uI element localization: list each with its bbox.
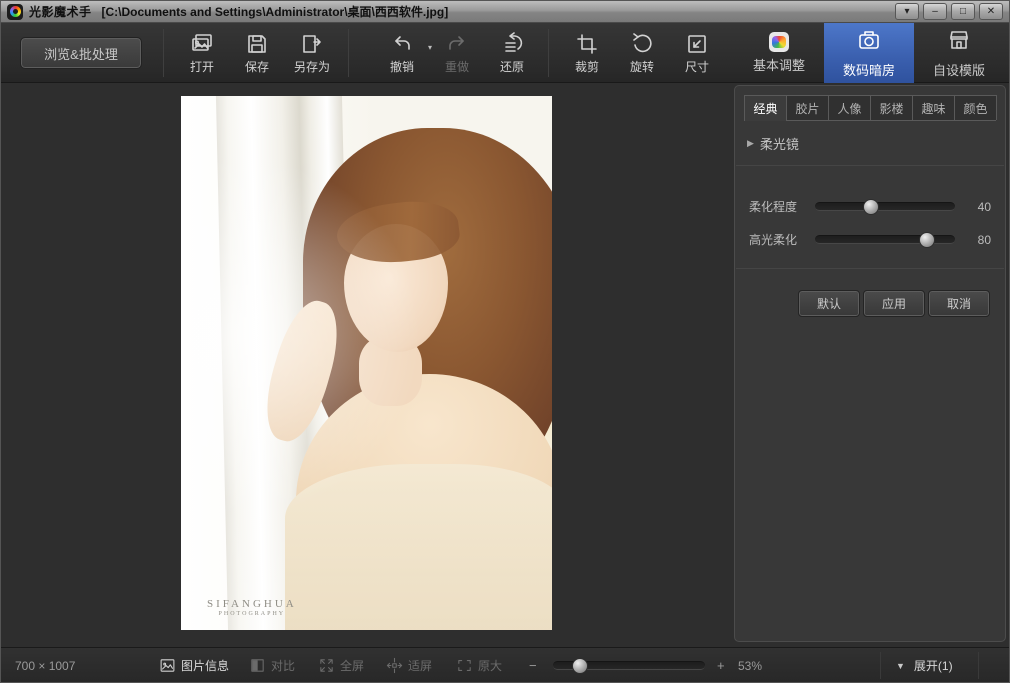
save-as-button[interactable]: 另存为 bbox=[284, 31, 340, 77]
tab-film[interactable]: 胶片 bbox=[786, 95, 829, 120]
tab-studio[interactable]: 影楼 bbox=[870, 95, 913, 120]
toolbar: 浏览&批处理 打开 保存 另存为 ▾ 撤销 bbox=[1, 23, 1009, 83]
default-button[interactable]: 默认 bbox=[799, 291, 859, 316]
camera-icon bbox=[857, 28, 881, 57]
file-path: [C:\Documents and Settings\Administrator… bbox=[102, 3, 449, 20]
undo-icon bbox=[390, 31, 414, 57]
highlight-soften-row: 高光柔化 80 bbox=[735, 231, 1005, 248]
save-floppy-icon bbox=[245, 31, 269, 57]
zoom-slider-thumb[interactable] bbox=[572, 658, 588, 674]
compare-icon bbox=[249, 657, 266, 674]
save-as-icon bbox=[300, 31, 324, 57]
tab-fun[interactable]: 趣味 bbox=[912, 95, 955, 120]
image-canvas[interactable]: SIFANGHUA PHOTOGRAPHY bbox=[1, 83, 732, 649]
tab-color[interactable]: 颜色 bbox=[954, 95, 997, 120]
soften-degree-slider[interactable] bbox=[815, 202, 955, 211]
toolbar-separator bbox=[548, 29, 549, 77]
soften-degree-row: 柔化程度 40 bbox=[735, 198, 1005, 215]
custom-template-mode-button[interactable]: 自设模版 bbox=[914, 23, 1004, 83]
zoom-percent: 53% bbox=[738, 648, 762, 683]
rotate-icon bbox=[630, 31, 654, 57]
statusbar-separator bbox=[978, 652, 979, 679]
toolbar-separator bbox=[163, 29, 164, 77]
photo-camisole bbox=[285, 464, 552, 630]
cancel-button[interactable]: 取消 bbox=[929, 291, 989, 316]
highlight-soften-slider-thumb[interactable] bbox=[919, 232, 935, 248]
highlight-soften-value: 80 bbox=[965, 233, 991, 247]
app-window: 光影魔术手 [C:\Documents and Settings\Adminis… bbox=[0, 0, 1010, 683]
expand-button[interactable]: ▼ 展开(1) bbox=[896, 648, 953, 683]
fullscreen-icon bbox=[318, 657, 335, 674]
open-button[interactable]: 打开 bbox=[174, 31, 230, 77]
crop-icon bbox=[575, 31, 599, 57]
tab-classic[interactable]: 经典 bbox=[744, 95, 787, 120]
resize-button[interactable]: 尺寸 bbox=[669, 31, 725, 77]
tab-portrait[interactable]: 人像 bbox=[828, 95, 871, 120]
basic-adjust-palette-icon bbox=[769, 32, 789, 52]
app-logo-icon bbox=[7, 4, 23, 20]
photo: SIFANGHUA PHOTOGRAPHY bbox=[181, 96, 552, 630]
close-button[interactable]: ✕ bbox=[979, 3, 1003, 20]
rotate-button[interactable]: 旋转 bbox=[614, 31, 670, 77]
open-image-icon bbox=[190, 31, 214, 57]
image-info-button[interactable]: 图片信息 bbox=[159, 648, 229, 683]
zoom-out-button[interactable]: − bbox=[529, 648, 537, 683]
highlight-soften-slider[interactable] bbox=[815, 235, 955, 244]
triangle-right-icon: ▶ bbox=[747, 138, 754, 149]
image-dimensions: 700 × 1007 bbox=[15, 648, 75, 683]
soft-light-section-header[interactable]: ▶ 柔光镜 bbox=[735, 121, 1005, 165]
restore-button[interactable]: 还原 bbox=[484, 31, 540, 77]
image-info-icon bbox=[159, 657, 176, 674]
basic-adjust-mode-button[interactable]: 基本调整 bbox=[734, 23, 824, 83]
fit-screen-button: 适屏 bbox=[386, 648, 432, 683]
zoom-slider[interactable] bbox=[553, 661, 705, 670]
storefront-icon bbox=[947, 28, 971, 57]
status-bar: 700 × 1007 图片信息 对比 全屏 适屏 原大 − + 53% bbox=[1, 647, 1009, 682]
digital-darkroom-mode-button[interactable]: 数码暗房 bbox=[824, 23, 914, 83]
soften-degree-slider-thumb[interactable] bbox=[863, 199, 879, 215]
redo-button: 重做 bbox=[429, 31, 485, 77]
window-dropdown-button[interactable]: ▾ bbox=[895, 3, 919, 20]
original-size-icon bbox=[456, 657, 473, 674]
statusbar-separator bbox=[880, 652, 881, 679]
maximize-button[interactable]: □ bbox=[951, 3, 975, 20]
zoom-in-button[interactable]: + bbox=[717, 648, 725, 683]
original-size-button: 原大 bbox=[456, 648, 502, 683]
title-bar[interactable]: 光影魔术手 [C:\Documents and Settings\Adminis… bbox=[1, 1, 1009, 23]
undo-button[interactable]: ▾ 撤销 bbox=[374, 31, 430, 77]
minimize-button[interactable]: – bbox=[923, 3, 947, 20]
apply-button[interactable]: 应用 bbox=[864, 291, 924, 316]
redo-icon bbox=[445, 31, 469, 57]
photo-watermark: SIFANGHUA PHOTOGRAPHY bbox=[207, 598, 297, 617]
soften-degree-value: 40 bbox=[965, 200, 991, 214]
fullscreen-button: 全屏 bbox=[318, 648, 364, 683]
save-button[interactable]: 保存 bbox=[229, 31, 285, 77]
toolbar-separator bbox=[348, 29, 349, 77]
effect-tabs: 经典 胶片 人像 影楼 趣味 颜色 bbox=[744, 95, 996, 121]
highlight-soften-label: 高光柔化 bbox=[749, 231, 811, 248]
darkroom-panel: 经典 胶片 人像 影楼 趣味 颜色 ▶ 柔光镜 柔化程度 40 高光柔化 80 bbox=[734, 85, 1006, 642]
app-title: 光影魔术手 bbox=[29, 3, 92, 20]
section-title: 柔光镜 bbox=[760, 134, 799, 153]
panel-buttons: 默认 应用 取消 bbox=[735, 269, 1005, 316]
restore-icon bbox=[500, 31, 524, 57]
fit-screen-icon bbox=[386, 657, 403, 674]
compare-button: 对比 bbox=[249, 648, 295, 683]
soften-degree-label: 柔化程度 bbox=[749, 198, 811, 215]
triangle-down-icon: ▼ bbox=[896, 661, 905, 671]
browse-batch-button[interactable]: 浏览&批处理 bbox=[21, 38, 141, 68]
crop-button[interactable]: 裁剪 bbox=[559, 31, 615, 77]
resize-icon bbox=[685, 31, 709, 57]
